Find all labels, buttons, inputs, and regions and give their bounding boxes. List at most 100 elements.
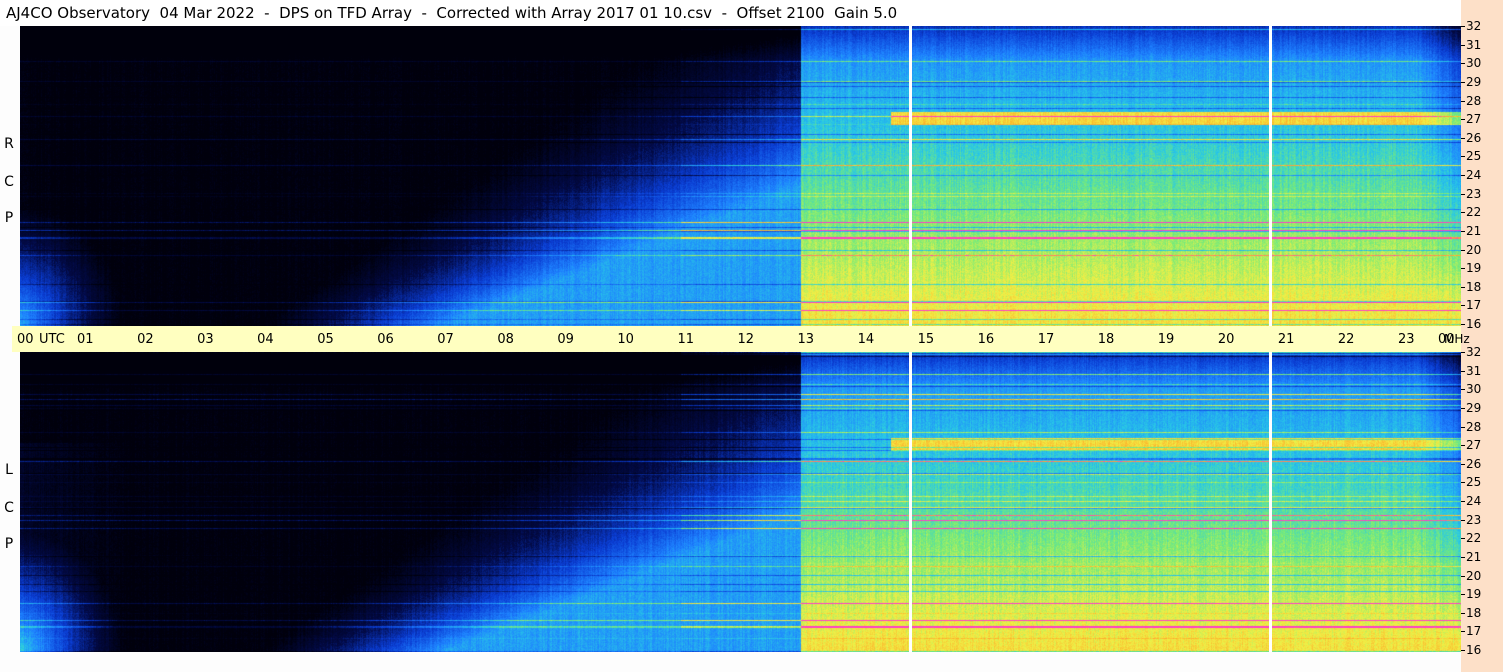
- utc-tick-label: 18: [1097, 332, 1115, 347]
- mhz-tick-mark: [1461, 370, 1465, 372]
- utc-tick-label: 10: [617, 332, 634, 347]
- mhz-tick-mark: [1461, 230, 1465, 232]
- mhz-tick-mark: [1461, 650, 1465, 651]
- utc-tick-label: 15: [917, 332, 935, 347]
- mhz-tick-mark: [1461, 305, 1465, 307]
- mhz-tick-mark: [1461, 249, 1465, 251]
- mhz-tick-label: 31: [1466, 363, 1482, 378]
- mhz-tick-label: 19: [1466, 587, 1482, 602]
- utc-tick-label: 22: [1337, 332, 1355, 347]
- mhz-tick-label: 21: [1466, 549, 1482, 564]
- mhz-tick-mark: [1461, 100, 1465, 102]
- utc-tick-label: 08: [497, 332, 514, 347]
- mhz-tick-label: 30: [1466, 382, 1482, 397]
- time-marker-line: [1268, 26, 1272, 326]
- mhz-tick-label: 22: [1466, 531, 1482, 546]
- mhz-tick-mark: [1461, 631, 1465, 633]
- time-marker-line: [1268, 352, 1272, 652]
- mhz-unit-label: MHz: [1444, 332, 1470, 346]
- mhz-tick-label: 32: [1466, 19, 1482, 33]
- mhz-tick-mark: [1461, 175, 1465, 176]
- mhz-tick-mark: [1461, 44, 1465, 46]
- mhz-tick-mark: [1461, 519, 1465, 521]
- utc-tick-label: 19: [1157, 332, 1175, 347]
- utc-tick-label: 16: [977, 332, 995, 347]
- utc-tick-label: 14: [857, 332, 875, 347]
- time-marker-line: [908, 26, 912, 326]
- utc-tick-label: 21: [1277, 332, 1295, 347]
- mhz-tick-mark: [1461, 389, 1465, 391]
- mhz-tick-mark: [1461, 612, 1465, 614]
- utc-tick-label: 23: [1397, 332, 1415, 347]
- mhz-tick-mark: [1461, 63, 1465, 65]
- polarization-label-letter: L: [5, 462, 13, 478]
- mhz-tick-mark: [1461, 594, 1465, 596]
- mhz-tick-mark: [1461, 538, 1465, 540]
- mhz-tick-mark: [1461, 26, 1465, 27]
- mhz-tick-label: 27: [1466, 112, 1482, 127]
- mhz-tick-label: 28: [1466, 93, 1482, 108]
- utc-tick-label: 17: [1037, 332, 1055, 347]
- mhz-tick-mark: [1461, 119, 1465, 121]
- mhz-tick-label: 26: [1466, 130, 1482, 145]
- mhz-tick-label: 19: [1466, 261, 1482, 276]
- polarization-label-letter: R: [4, 136, 14, 152]
- mhz-tick-label: 20: [1466, 242, 1482, 257]
- mhz-tick-label: 27: [1466, 438, 1482, 453]
- mhz-tick-label: 18: [1466, 605, 1482, 620]
- mhz-tick-label: 21: [1466, 223, 1482, 238]
- mhz-tick-label: 28: [1466, 419, 1482, 434]
- utc-tick-label: 13: [797, 332, 815, 347]
- mhz-tick-mark: [1461, 156, 1465, 158]
- mhz-tick-label: 16: [1466, 643, 1482, 657]
- time-marker-line: [908, 352, 912, 652]
- mhz-tick-mark: [1461, 193, 1465, 195]
- mhz-tick-mark: [1461, 268, 1465, 270]
- utc-tick-label: 07: [437, 332, 454, 347]
- mhz-tick-label: 25: [1466, 149, 1482, 164]
- utc-tick-label: 11: [677, 332, 694, 347]
- mhz-tick-label: 18: [1466, 279, 1482, 294]
- utc-unit-label: UTC: [39, 332, 65, 347]
- mhz-tick-label: 32: [1466, 345, 1482, 359]
- mhz-tick-label: 24: [1466, 494, 1482, 508]
- mhz-tick-label: 17: [1466, 298, 1482, 313]
- mhz-tick-label: 29: [1466, 400, 1482, 415]
- utc-tick-label: 01: [77, 332, 94, 347]
- mhz-tick-label: 17: [1466, 624, 1482, 639]
- mhz-tick-mark: [1461, 463, 1465, 465]
- mhz-tick-mark: [1461, 286, 1465, 288]
- mhz-tick-label: 16: [1466, 317, 1482, 331]
- polarization-label-letter: C: [4, 500, 14, 516]
- utc-tick-label: 00: [17, 332, 34, 347]
- mhz-tick-label: 30: [1466, 56, 1482, 71]
- polarization-label-letter: P: [4, 536, 14, 552]
- mhz-tick-mark: [1461, 482, 1465, 484]
- mhz-tick-label: 29: [1466, 74, 1482, 89]
- mhz-tick-label: 26: [1466, 456, 1482, 471]
- mhz-tick-mark: [1461, 426, 1465, 428]
- mhz-tick-label: 22: [1466, 205, 1482, 220]
- utc-time-axis: 00 UTC 01 02 03 04 05 06 07 08 09 10 11 12 13 14 15 16 17 1…: [12, 326, 1470, 352]
- mhz-tick-label: 23: [1466, 512, 1482, 527]
- mhz-tick-mark: [1461, 445, 1465, 447]
- mhz-tick-label: 31: [1466, 37, 1482, 52]
- utc-tick-label: 03: [197, 332, 214, 347]
- mhz-tick-mark: [1461, 407, 1465, 409]
- mhz-tick-mark: [1461, 501, 1465, 502]
- utc-tick-label: 05: [317, 332, 334, 347]
- utc-tick-label: 20: [1217, 332, 1235, 347]
- rcp-heatmap: [20, 26, 1461, 326]
- mhz-tick-label: 24: [1466, 168, 1482, 182]
- rcp-spectrogram: [20, 26, 1461, 326]
- mhz-tick-mark: [1461, 212, 1465, 214]
- lcp-spectrogram: [20, 352, 1461, 652]
- mhz-tick-mark: [1461, 324, 1465, 325]
- utc-tick-label: 12: [737, 332, 755, 347]
- mhz-tick-label: 23: [1466, 186, 1482, 201]
- mhz-tick-mark: [1461, 352, 1465, 353]
- mhz-tick-mark: [1461, 556, 1465, 558]
- polarization-label-letter: C: [4, 174, 14, 190]
- mhz-tick-mark: [1461, 81, 1465, 83]
- mhz-tick-mark: [1461, 575, 1465, 577]
